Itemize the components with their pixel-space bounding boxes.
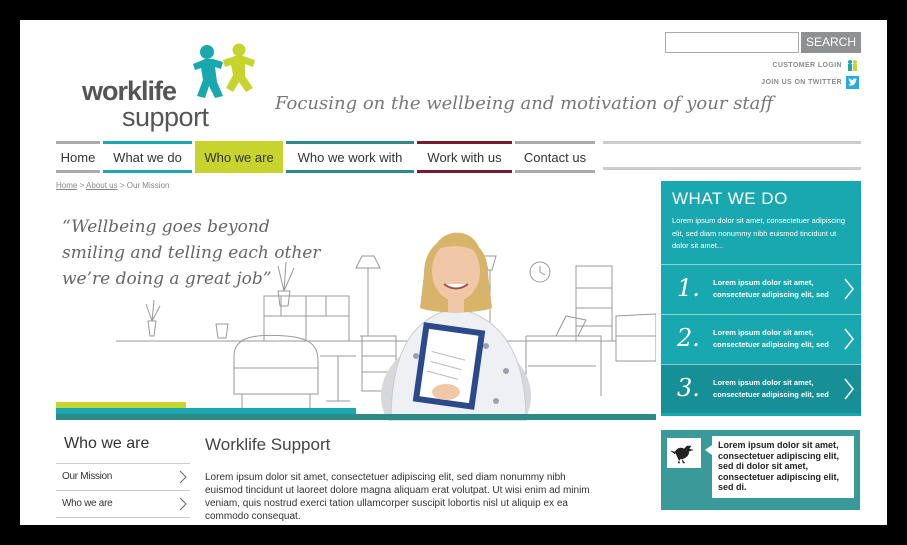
- item-number: 2.: [677, 324, 700, 352]
- sidebar-link-our-mission[interactable]: Our Mission: [56, 464, 190, 491]
- tagline: Focusing on the wellbeing and motivation…: [275, 93, 774, 114]
- bird-icon: [667, 438, 701, 468]
- breadcrumb-sep: >: [117, 181, 127, 190]
- what-we-do-item[interactable]: 1. Lorem ipsum dolor sit amet, consectet…: [661, 264, 861, 313]
- tweet-bubble[interactable]: Lorem ipsum dolor sit amet, consectetuer…: [705, 436, 854, 498]
- twitter-feed-box: Lorem ipsum dolor sit amet, consectetuer…: [661, 430, 860, 510]
- nav-contact-us[interactable]: Contact us: [515, 141, 595, 173]
- site-logo[interactable]: worklife support: [82, 42, 282, 132]
- breadcrumb-about[interactable]: About us: [86, 181, 118, 190]
- logo-small-icon: [846, 59, 859, 72]
- nav-work-with-us[interactable]: Work with us: [417, 141, 512, 173]
- what-we-do-title: WHAT WE DO: [672, 189, 788, 208]
- item-text: Lorem ipsum dolor sit amet, consectetuer…: [713, 278, 829, 299]
- content-body: Lorem ipsum dolor sit amet, consectetuer…: [205, 472, 590, 522]
- nav-home[interactable]: Home: [56, 141, 100, 173]
- hero-banner: “Wellbeing goes beyond smiling and telli…: [56, 196, 656, 421]
- customer-login-link[interactable]: CUSTOMER LOGIN: [772, 59, 859, 72]
- main-nav: Home What we do Who we are Who we work w…: [56, 141, 595, 173]
- item-text: Lorem ipsum dolor sit amet, consectetuer…: [713, 328, 829, 349]
- nav-who-we-work-with[interactable]: Who we work with: [286, 141, 414, 173]
- woman-photo: [381, 232, 531, 421]
- breadcrumb-home[interactable]: Home: [56, 181, 77, 190]
- logo-text-support: support: [122, 102, 209, 132]
- customer-login-label[interactable]: CUSTOMER LOGIN: [772, 62, 842, 69]
- main-content: Worklife Support Lorem ipsum dolor sit a…: [205, 435, 605, 523]
- what-we-do-item[interactable]: 2. Lorem ipsum dolor sit amet, consectet…: [661, 314, 861, 363]
- content-title: Worklife Support: [205, 435, 331, 454]
- chevron-right-icon: [844, 328, 854, 350]
- item-number: 3.: [677, 374, 700, 402]
- search-input[interactable]: [665, 32, 799, 53]
- join-twitter-label[interactable]: JOIN US ON TWITTER: [761, 79, 842, 86]
- twitter-icon: [846, 76, 859, 89]
- sidebar-link-label: Our Mission: [62, 471, 113, 482]
- sidebar-link-label: Who we are: [62, 498, 113, 509]
- what-we-do-panel: WHAT WE DO Lorem ipsum dolor sit amet, c…: [661, 181, 861, 416]
- dark-teal-stripe: [56, 414, 656, 420]
- chevron-right-icon: [179, 497, 187, 511]
- what-we-do-item[interactable]: 3. Lorem ipsum dolor sit amet, consectet…: [661, 364, 861, 413]
- search-button[interactable]: SEARCH: [801, 32, 861, 53]
- breadcrumb-sep: >: [77, 181, 87, 190]
- nav-what-we-do[interactable]: What we do: [103, 141, 192, 173]
- sidebar-title: Who we are: [56, 431, 190, 464]
- hero-quote: “Wellbeing goes beyond smiling and telli…: [62, 217, 321, 289]
- item-number: 1.: [677, 274, 700, 302]
- chevron-right-icon: [844, 378, 854, 400]
- page: SEARCH CUSTOMER LOGIN JOIN US ON TWITTER…: [20, 20, 887, 525]
- logo-figures-icon: [193, 43, 255, 98]
- chevron-right-icon: [844, 278, 854, 300]
- chevron-right-icon: [179, 470, 187, 484]
- breadcrumb: Home > About us > Our Mission: [56, 181, 169, 190]
- twitter-link[interactable]: JOIN US ON TWITTER: [761, 76, 859, 89]
- item-text: Lorem ipsum dolor sit amet, consectetuer…: [713, 378, 829, 399]
- nav-filler-bar: [603, 141, 861, 170]
- who-we-are-sidebar: Who we are Our Mission Who we are: [56, 431, 190, 518]
- sidebar-link-who-we-are[interactable]: Who we are: [56, 491, 190, 518]
- breadcrumb-current: Our Mission: [126, 181, 170, 190]
- tweet-text: Lorem ipsum dolor sit amet, consectetuer…: [718, 440, 840, 492]
- what-we-do-intro: Lorem ipsum dolor sit amet, consectetuer…: [672, 216, 845, 250]
- nav-who-we-are[interactable]: Who we are: [195, 141, 283, 173]
